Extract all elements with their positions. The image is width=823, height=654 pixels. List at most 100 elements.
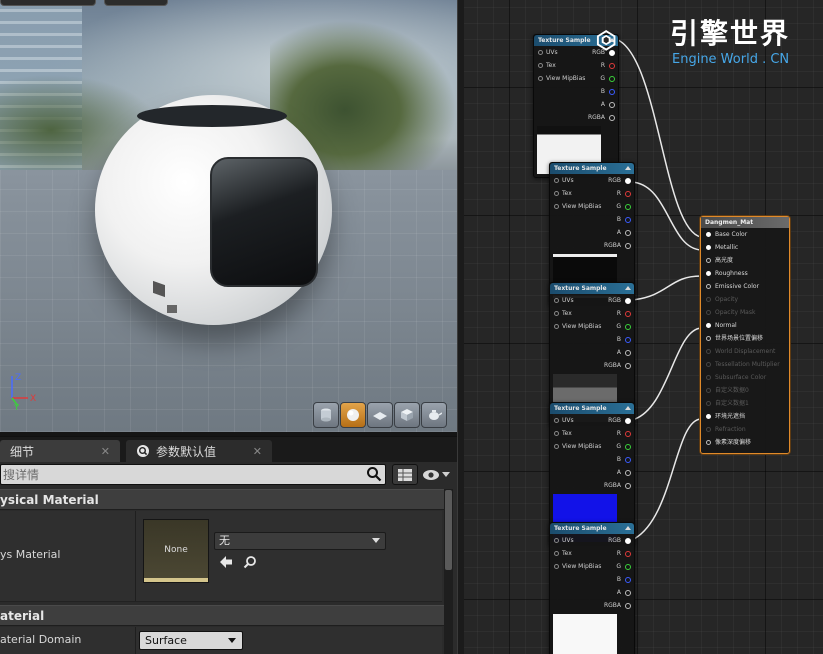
- output-pin-icon[interactable]: [609, 89, 615, 95]
- property-matrix-button[interactable]: [392, 464, 418, 485]
- material-input-pin-icon[interactable]: [706, 245, 711, 250]
- output-pin-icon[interactable]: [625, 564, 631, 570]
- input-pin-icon[interactable]: [538, 63, 543, 68]
- material-input-row: Base Color: [701, 228, 789, 241]
- output-pin-icon[interactable]: [625, 243, 631, 249]
- browse-search-icon[interactable]: [243, 555, 257, 569]
- output-pin-icon[interactable]: [625, 363, 631, 369]
- input-pin-icon[interactable]: [538, 50, 543, 55]
- material-input-pin-icon[interactable]: [706, 284, 711, 289]
- input-pin-icon[interactable]: [554, 444, 559, 449]
- output-pin-icon[interactable]: [625, 577, 631, 583]
- visibility-filter-button[interactable]: [422, 465, 454, 484]
- output-pin-icon[interactable]: [625, 337, 631, 343]
- cylinder-button[interactable]: [313, 402, 339, 428]
- sphere-button[interactable]: [340, 402, 366, 428]
- output-pin-icon[interactable]: [625, 230, 631, 236]
- material-graph[interactable]: Texture Sample UVs RGB Tex R View MipBias G B A R…: [464, 0, 823, 654]
- collapse-arrow-icon[interactable]: [625, 286, 631, 290]
- axis-x-label: X: [30, 394, 36, 404]
- collapse-arrow-icon[interactable]: [625, 526, 631, 530]
- input-pin-icon[interactable]: [554, 324, 559, 329]
- collapse-arrow-icon[interactable]: [625, 166, 631, 170]
- scrollbar-thumb[interactable]: [445, 490, 452, 570]
- category-material[interactable]: aterial: [0, 605, 452, 626]
- category-physical-material[interactable]: ysical Material: [0, 489, 452, 510]
- preview-viewport[interactable]: Z X Y: [0, 0, 457, 432]
- material-domain-select[interactable]: Surface: [139, 631, 243, 650]
- viewport-view-mode-button[interactable]: [104, 0, 168, 6]
- output-pin-icon[interactable]: [625, 470, 631, 476]
- output-pin-icon[interactable]: [625, 311, 631, 317]
- texture-sample-node[interactable]: Texture Sample UVs RGB Tex R View MipBias G B A R…: [549, 522, 635, 654]
- close-icon[interactable]: ✕: [253, 445, 262, 458]
- asset-picker-combo[interactable]: 无: [214, 532, 386, 550]
- material-input-row: Metallic: [701, 241, 789, 254]
- tab-parameter-defaults[interactable]: 参数默认值 ✕: [126, 440, 272, 462]
- collapse-arrow-icon[interactable]: [625, 406, 631, 410]
- input-pin-icon[interactable]: [538, 76, 543, 81]
- output-pin-icon[interactable]: [625, 178, 631, 184]
- material-input-row: Normal: [701, 319, 789, 332]
- output-pin-icon[interactable]: [609, 102, 615, 108]
- output-pin-icon[interactable]: [625, 590, 631, 596]
- output-pin-icon[interactable]: [625, 551, 631, 557]
- asset-thumbnail[interactable]: None: [143, 519, 209, 583]
- material-input-pin-icon[interactable]: [706, 271, 711, 276]
- output-pin-icon[interactable]: [625, 217, 631, 223]
- output-pin-icon[interactable]: [625, 483, 631, 489]
- output-pin-icon[interactable]: [625, 603, 631, 609]
- output-pin-icon[interactable]: [625, 298, 631, 304]
- material-input-label: 自定义数据0: [715, 387, 749, 394]
- output-pin-icon[interactable]: [625, 538, 631, 544]
- output-pin-icon[interactable]: [625, 457, 631, 463]
- panel-splitter[interactable]: [457, 0, 464, 654]
- cube-button[interactable]: [394, 402, 420, 428]
- input-pin-icon[interactable]: [554, 191, 559, 196]
- material-input-pin-icon: [706, 362, 711, 367]
- input-pin-icon[interactable]: [554, 418, 559, 423]
- output-pin-icon[interactable]: [625, 324, 631, 330]
- output-pin-icon[interactable]: [609, 76, 615, 82]
- material-input-row: World Displacement: [701, 345, 789, 358]
- pin-row: Tex R: [550, 187, 634, 200]
- input-pin-icon[interactable]: [554, 538, 559, 543]
- cube-icon: [401, 409, 413, 421]
- input-pin-icon[interactable]: [554, 564, 559, 569]
- input-pin-icon[interactable]: [554, 551, 559, 556]
- grid-list-icon: [398, 468, 412, 481]
- tab-details[interactable]: 细节 ✕: [0, 440, 120, 462]
- viewport-options-button[interactable]: [0, 0, 96, 6]
- material-input-pin-icon[interactable]: [706, 414, 711, 419]
- teapot-button[interactable]: [421, 402, 447, 428]
- preview-sphere: [95, 95, 332, 325]
- output-pin-icon[interactable]: [625, 444, 631, 450]
- output-pin-icon[interactable]: [609, 115, 615, 121]
- input-pin-label: UVs: [546, 49, 558, 56]
- input-pin-icon[interactable]: [554, 204, 559, 209]
- details-scrollbar[interactable]: [444, 489, 453, 654]
- material-result-node[interactable]: Dangmen_Mat Base Color Metallic 高光度 Roughne…: [700, 216, 790, 454]
- input-pin-icon[interactable]: [554, 311, 559, 316]
- details-search-input[interactable]: [0, 464, 386, 485]
- material-input-pin-icon[interactable]: [706, 232, 711, 237]
- input-pin-icon[interactable]: [554, 431, 559, 436]
- output-pin-label: B: [616, 576, 621, 583]
- material-input-pin-icon[interactable]: [706, 323, 711, 328]
- output-pin-icon[interactable]: [625, 431, 631, 437]
- material-input-pin-icon[interactable]: [706, 258, 711, 263]
- output-pin-icon[interactable]: [625, 191, 631, 197]
- output-pin-label: RGB: [608, 537, 621, 544]
- use-selected-arrow-icon[interactable]: [219, 555, 233, 569]
- output-pin-icon[interactable]: [625, 350, 631, 356]
- material-input-pin-icon[interactable]: [706, 336, 711, 341]
- search-icon[interactable]: [366, 466, 382, 482]
- input-pin-icon[interactable]: [554, 298, 559, 303]
- material-input-pin-icon[interactable]: [706, 440, 711, 445]
- pin-row: UVs RGB: [550, 294, 634, 307]
- output-pin-icon[interactable]: [625, 418, 631, 424]
- close-icon[interactable]: ✕: [101, 445, 110, 458]
- plane-button[interactable]: [367, 402, 393, 428]
- input-pin-icon[interactable]: [554, 178, 559, 183]
- output-pin-icon[interactable]: [625, 204, 631, 210]
